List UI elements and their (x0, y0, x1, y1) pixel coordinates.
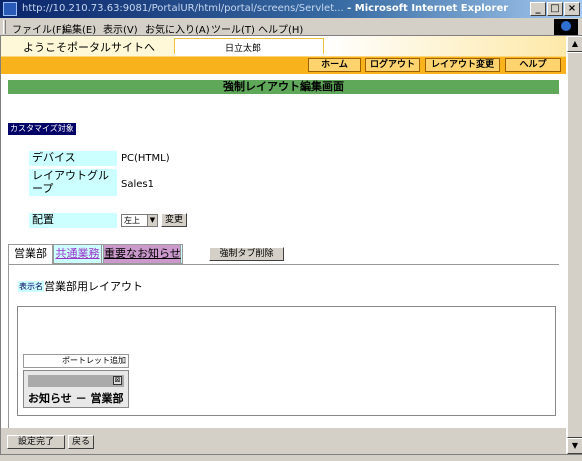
done-button[interactable]: 設定完了 (7, 435, 65, 449)
vertical-scrollbar[interactable]: ▲ ▼ (566, 36, 582, 454)
device-label: デバイス (29, 151, 117, 166)
change-button[interactable]: 変更 (161, 213, 187, 227)
placement-label: 配置 (29, 213, 117, 228)
tab-important-notice[interactable]: 重要なお知らせ (103, 244, 181, 264)
menu-file[interactable]: ファイル(F) (12, 21, 66, 36)
placement-select[interactable]: 左上 ▼ (121, 214, 158, 227)
logout-button[interactable]: ログアウト (365, 58, 420, 72)
tab-sales[interactable]: 営業部 (8, 244, 53, 264)
device-value: PC(HTML) (121, 153, 170, 164)
placement-select-value: 左上 (124, 216, 140, 225)
menu-bar: ファイル(F) 編集(E) 表示(V) お気に入り(A) ツール(T) ヘルプ(… (0, 18, 582, 36)
portlet-header: ⊠ (28, 375, 124, 387)
page-viewport: ようこそポータルサイトへ 日立太郎 ホーム ログアウト レイアウト変更 ヘルプ … (0, 36, 566, 454)
menu-edit[interactable]: 編集(E) (62, 21, 96, 36)
bottom-action-bar: 設定完了 戻る (1, 428, 566, 454)
scroll-down-icon[interactable]: ▼ (567, 438, 582, 454)
scrollbar-thumb[interactable] (567, 52, 582, 438)
portal-welcome-link[interactable]: ようこそポータルサイトへ (23, 39, 155, 55)
customize-target-label: カスタマイズ対象 (8, 123, 76, 135)
close-icon[interactable]: ⊠ (113, 376, 122, 385)
tab-common-label: 共通業務 (55, 247, 100, 260)
display-name-badge: 表示名 (18, 281, 44, 292)
layout-change-button[interactable]: レイアウト変更 (425, 58, 500, 72)
window-title: http://10.210.73.63:9081/PortalUR/html/p… (22, 3, 522, 14)
close-button[interactable]: × (564, 2, 580, 16)
tab-important-notice-label: 重要なお知らせ (104, 247, 181, 260)
scroll-up-icon[interactable]: ▲ (567, 36, 582, 52)
add-portlet-button[interactable]: ポートレット追加 (23, 354, 129, 368)
back-button[interactable]: 戻る (68, 435, 94, 449)
maximize-button[interactable]: □ (547, 2, 563, 16)
help-button[interactable]: ヘルプ (505, 58, 561, 72)
portal-header: ようこそポータルサイトへ 日立太郎 (1, 36, 566, 56)
window-titlebar: http://10.210.73.63:9081/PortalUR/html/p… (0, 0, 582, 18)
portlet-notice[interactable]: ⊠ お知らせ － 営業部 (23, 370, 129, 408)
menu-grip (3, 20, 6, 34)
layout-group-value: Sales1 (121, 179, 154, 190)
delete-forced-tab-button[interactable]: 強制タブ削除 (209, 247, 284, 261)
display-name-value: 営業部用レイアウト (44, 280, 143, 293)
ie-app-icon (3, 2, 17, 16)
status-bar (0, 454, 582, 461)
ie-throbber-icon (554, 19, 578, 35)
user-tab: 日立太郎 (174, 38, 324, 54)
tab-common[interactable]: 共通業務 (53, 244, 102, 264)
home-button[interactable]: ホーム (308, 58, 361, 72)
user-name: 日立太郎 (225, 44, 262, 54)
window-title-url: http://10.210.73.63:9081/PortalUR/html/p… (22, 3, 344, 14)
window-title-app: - Microsoft Internet Explorer (343, 3, 509, 14)
layout-group-label: レイアウトグループ (29, 169, 117, 196)
minimize-button[interactable]: _ (530, 2, 546, 16)
menu-favorites[interactable]: お気に入り(A) (145, 21, 210, 36)
chevron-down-icon: ▼ (147, 215, 157, 226)
portlet-title: お知らせ － 営業部 (28, 392, 124, 405)
menu-tools[interactable]: ツール(T) (211, 21, 255, 36)
menu-view[interactable]: 表示(V) (103, 21, 138, 36)
page-title: 強制レイアウト編集画面 (8, 80, 559, 94)
menu-help[interactable]: ヘルプ(H) (258, 21, 303, 36)
